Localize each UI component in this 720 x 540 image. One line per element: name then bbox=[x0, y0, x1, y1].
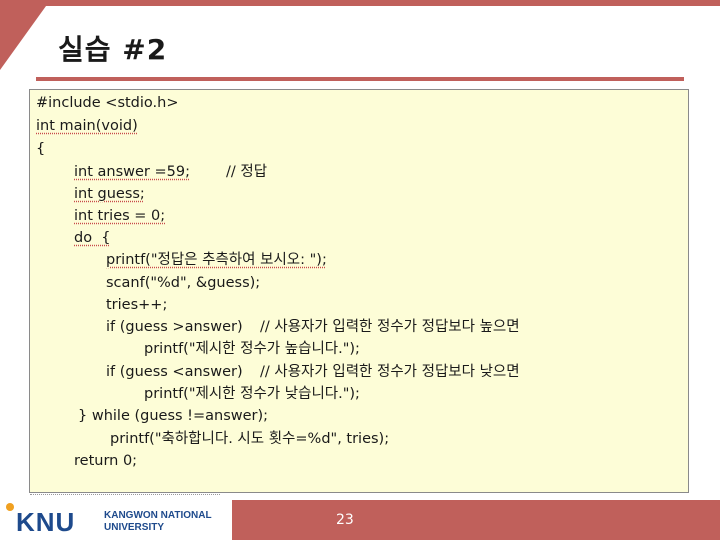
university-logo: KNU bbox=[16, 507, 76, 537]
code-line-printf-high: printf("제시한 정수가 높습니다."); bbox=[144, 341, 360, 357]
page-number: 23 bbox=[336, 512, 354, 528]
code-line-tries-inc: tries++; bbox=[106, 297, 168, 313]
slide-title: 실습 #2 bbox=[58, 33, 168, 66]
university-name-line1: KANGWON NATIONAL bbox=[104, 510, 212, 521]
university-name: KANGWON NATIONAL UNIVERSITY bbox=[104, 510, 212, 534]
code-line-printf-low: printf("제시한 정수가 낮습니다."); bbox=[144, 386, 360, 402]
code-line-if-less: if (guess <answer) bbox=[106, 364, 243, 380]
code-comment-less: // 사용자가 입력한 정수가 정답보다 낮으면 bbox=[260, 364, 520, 380]
code-line-main: int main(void) bbox=[36, 118, 138, 134]
logo-dot-icon bbox=[6, 503, 14, 511]
code-line-printf-congrats: printf("축하합니다. 시도 횟수=%d", tries); bbox=[110, 431, 390, 447]
code-line-scanf: scanf("%d", &guess); bbox=[106, 275, 261, 291]
code-block: #include <stdio.h> int main(void) { int … bbox=[30, 90, 688, 492]
code-line-answer: int answer =59; bbox=[74, 164, 190, 180]
code-line-include: #include <stdio.h> bbox=[36, 95, 179, 111]
code-line-while: } while (guess !=answer); bbox=[78, 408, 269, 424]
top-accent-bar bbox=[0, 0, 720, 6]
code-line-tries: int tries = 0; bbox=[74, 208, 166, 224]
code-comment-greater: // 사용자가 입력한 정수가 정답보다 높으면 bbox=[260, 319, 520, 335]
university-name-line2: UNIVERSITY bbox=[104, 522, 165, 533]
code-panel: #include <stdio.h> int main(void) { int … bbox=[29, 89, 689, 493]
code-line-printf-prompt: printf("정답은 추측하여 보시오: "); bbox=[106, 252, 327, 268]
corner-decoration bbox=[0, 6, 46, 70]
code-line-return: return 0; bbox=[74, 453, 138, 469]
code-line-guess: int guess; bbox=[74, 186, 145, 202]
title-underline bbox=[36, 77, 684, 81]
code-line-open-brace: { bbox=[36, 141, 46, 157]
code-line-do: do { bbox=[74, 230, 111, 246]
code-line-if-greater: if (guess >answer) bbox=[106, 319, 243, 335]
footer-divider bbox=[30, 494, 220, 497]
code-comment-answer: // 정답 bbox=[226, 164, 268, 180]
